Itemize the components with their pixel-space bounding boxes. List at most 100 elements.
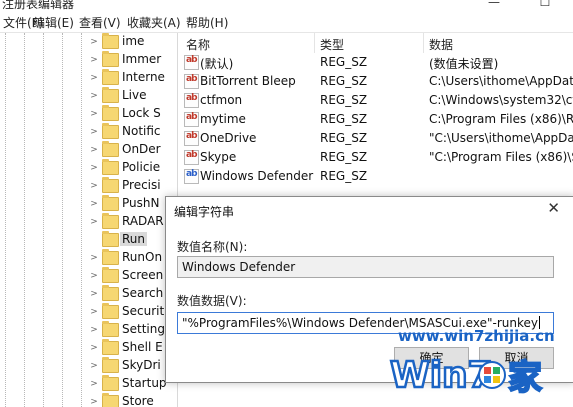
close-icon[interactable]: ✕ <box>547 199 560 217</box>
value-name-cell: OneDrive <box>200 131 257 145</box>
chevron-right-icon[interactable]: > <box>88 162 100 174</box>
chevron-right-icon[interactable]: > <box>88 252 100 264</box>
title-bar: 注册表编辑器 — ☐ <box>0 0 573 10</box>
chevron-right-icon[interactable]: > <box>88 378 100 390</box>
chevron-right-icon[interactable]: > <box>88 126 100 138</box>
tree-item-label: Run <box>120 232 148 246</box>
folder-icon <box>102 69 119 85</box>
watermark-logo-image: Win7 家 <box>389 354 543 399</box>
chevron-right-icon[interactable]: > <box>88 216 100 228</box>
tree-item[interactable]: > Lock S <box>88 105 177 123</box>
tree-item[interactable]: > Policie <box>88 159 177 177</box>
list-header: 名称 类型 数据 <box>178 33 573 53</box>
tree-item-label: Search <box>122 286 164 300</box>
tree-item-label: Startup <box>122 376 167 390</box>
tree-item[interactable]: > Notific <box>88 123 177 141</box>
value-type-cell: REG_SZ <box>320 93 368 107</box>
chevron-right-icon[interactable]: > <box>88 90 100 102</box>
tree-item[interactable]: > Immer <box>88 51 177 69</box>
menu-help[interactable]: 帮助(H) <box>186 14 228 31</box>
value-row[interactable]: abSkype REG_SZ "C:\Program Files (x86)\Sky <box>178 148 573 167</box>
value-data-cell: C:\Users\ithome\AppData\ <box>429 74 573 88</box>
tree-guide-line <box>81 33 82 407</box>
tree-item-label: RunOn <box>122 250 163 264</box>
value-name-cell: Skype <box>200 150 237 164</box>
chevron-right-icon[interactable]: > <box>88 270 100 282</box>
tree-item-label: Lock S <box>122 106 161 120</box>
value-row[interactable]: ab Windows Defender REG_SZ <box>178 167 573 186</box>
chevron-right-icon[interactable]: > <box>88 108 100 120</box>
chevron-right-icon[interactable]: > <box>88 288 100 300</box>
string-value-icon: ab <box>184 169 199 184</box>
tree-item-label: Live <box>122 88 147 102</box>
folder-icon <box>102 285 119 301</box>
menu-edit[interactable]: 编辑(E) <box>33 14 74 31</box>
folder-icon <box>102 357 119 373</box>
folder-icon <box>102 123 119 139</box>
value-row[interactable]: abOneDrive REG_SZ "C:\Users\ithome\AppData… <box>178 129 573 148</box>
folder-icon <box>102 159 119 175</box>
tree-item[interactable]: > Store <box>88 393 177 407</box>
folder-icon <box>102 213 119 229</box>
menu-bar: 文件(F) 编辑(E) 查看(V) 收藏夹(A) 帮助(H) <box>0 10 573 33</box>
tree-item[interactable]: > Live <box>88 87 177 105</box>
minimize-button[interactable]: — <box>479 0 509 10</box>
watermark: www.win7zhijia.cn Win7 家 <box>380 325 570 405</box>
tree-guide-line <box>43 33 44 407</box>
string-value-icon: ab <box>184 131 199 146</box>
column-type[interactable]: 类型 <box>320 36 344 53</box>
value-type-cell: REG_SZ <box>320 112 368 126</box>
value-name-cell: BitTorrent Bleep <box>200 74 296 88</box>
chevron-right-icon[interactable]: > <box>88 306 100 318</box>
chevron-right-icon[interactable] <box>88 234 100 246</box>
tree-item[interactable]: > OnDer <box>88 141 177 159</box>
chevron-right-icon[interactable]: > <box>88 72 100 84</box>
menu-favorites[interactable]: 收藏夹(A) <box>127 14 181 31</box>
value-name-cell: mytime <box>200 112 246 126</box>
chevron-right-icon[interactable]: > <box>88 324 100 336</box>
chevron-right-icon[interactable]: > <box>88 54 100 66</box>
value-row[interactable]: abctfmon REG_SZ C:\Windows\system32\ctfm <box>178 91 573 110</box>
value-type-cell: REG_SZ <box>320 55 368 69</box>
tree-item-label: Setting <box>122 322 165 336</box>
value-name-text: Windows Defender <box>182 260 296 274</box>
maximize-button[interactable]: ☐ <box>530 0 560 10</box>
value-row[interactable]: ab BitTorrent Bleep REG_SZ C:\Users\ithome\… <box>178 72 573 91</box>
registry-editor-window: 注册表编辑器 — ☐ 文件(F) 编辑(E) 查看(V) 收藏夹(A) 帮助(H… <box>0 0 573 407</box>
value-name-field: Windows Defender <box>177 256 554 278</box>
column-separator[interactable] <box>423 33 424 53</box>
tree-item[interactable]: > Interne <box>88 69 177 87</box>
key-tree[interactable]: > ime > Immer > Interne > Live > Lock S > Notific > O… <box>0 33 178 407</box>
tree-guide-line <box>62 33 63 407</box>
value-row[interactable]: abmytime REG_SZ C:\Program Files (x86)\Rua… <box>178 110 573 129</box>
value-data-cell: C:\Program Files (x86)\Ruan <box>429 112 573 126</box>
chevron-right-icon[interactable]: > <box>88 36 100 48</box>
column-separator[interactable] <box>314 33 315 53</box>
column-data[interactable]: 数据 <box>429 36 453 53</box>
chevron-right-icon[interactable]: > <box>88 360 100 372</box>
value-row[interactable]: ab (默认) REG_SZ (数值未设置) <box>178 53 573 72</box>
folder-icon <box>102 321 119 337</box>
string-value-icon: ab <box>184 112 199 127</box>
folder-icon <box>102 231 119 247</box>
chevron-right-icon[interactable]: > <box>88 342 100 354</box>
watermark-url: www.win7zhijia.cn <box>398 327 555 345</box>
folder-icon <box>102 105 119 121</box>
chevron-right-icon[interactable]: > <box>88 180 100 192</box>
column-name[interactable]: 名称 <box>186 36 210 53</box>
folder-icon <box>102 249 119 265</box>
window-title: 注册表编辑器 <box>2 0 75 10</box>
folder-icon <box>102 51 119 67</box>
menu-view[interactable]: 查看(V) <box>79 14 121 31</box>
tree-item-label: Screen <box>122 268 164 282</box>
chevron-right-icon[interactable]: > <box>88 396 100 407</box>
value-name-cell: Windows Defender <box>200 169 314 183</box>
value-name-cell: ctfmon <box>200 93 243 107</box>
chevron-right-icon[interactable]: > <box>88 144 100 156</box>
tree-item[interactable]: > ime <box>88 33 177 51</box>
tree-item[interactable]: > Precisi <box>88 177 177 195</box>
chevron-right-icon[interactable]: > <box>88 198 100 210</box>
string-value-icon: ab <box>184 74 199 89</box>
value-data-cell: C:\Windows\system32\ctfm <box>429 93 573 107</box>
tree-item-label: RADAR <box>122 214 164 228</box>
